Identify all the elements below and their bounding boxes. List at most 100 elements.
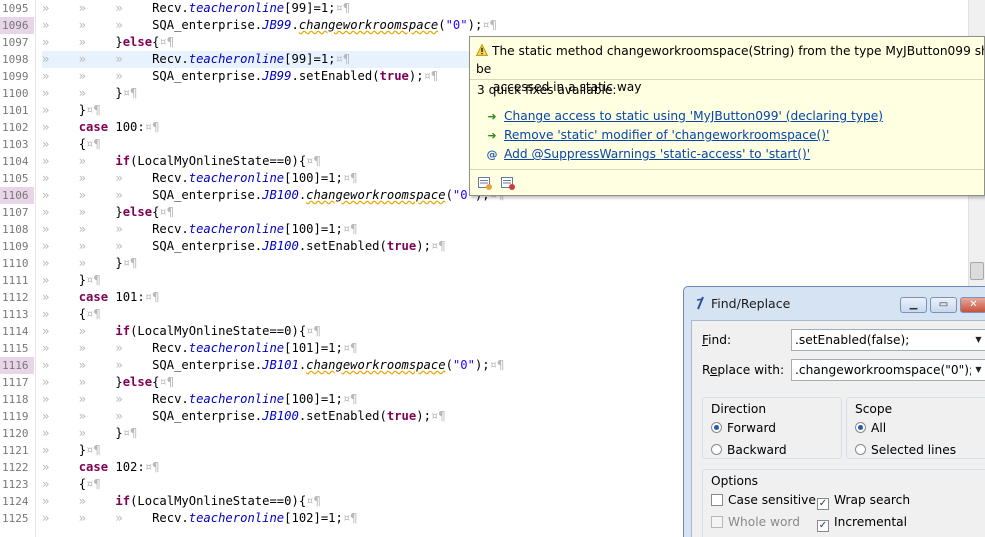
- eol-marker: ¤¶: [342, 511, 358, 525]
- code-token: }: [78, 273, 87, 287]
- line-number: 1115: [2, 342, 29, 355]
- message-line-1: The static method changeworkroomspace(St…: [476, 44, 985, 76]
- scrollbar-thumb[interactable]: [970, 262, 984, 280]
- code-line[interactable]: » » if(LocalMyOnlineState==0){¤¶: [42, 153, 321, 170]
- code-line[interactable]: » case 102:¤¶: [42, 459, 159, 476]
- whitespace-marker: » » »: [42, 409, 153, 423]
- scope-title: Scope: [855, 402, 893, 416]
- quick-fix-item[interactable]: ➜ Remove 'static' modifier of 'changework…: [485, 126, 829, 144]
- radio-button-icon[interactable]: [711, 444, 722, 455]
- radio-button-icon[interactable]: [855, 444, 866, 455]
- divider: [470, 79, 984, 80]
- line-number: 1108: [2, 223, 29, 236]
- find-label: Find:: [702, 333, 732, 347]
- code-token: teacheronline: [188, 511, 285, 525]
- code-line[interactable]: » » » SQA_enterprise.JB99.changeworkroom…: [42, 17, 497, 34]
- code-line[interactable]: » » }¤¶: [42, 425, 137, 442]
- replace-input[interactable]: .changeworkroomspace("0"); ▼: [791, 359, 985, 381]
- radio-button-icon[interactable]: [711, 422, 722, 433]
- code-line[interactable]: » {¤¶: [42, 306, 101, 323]
- code-line[interactable]: » » » Recv.teacheronline[100]=1;¤¶: [42, 221, 358, 238]
- code-token: (: [445, 358, 453, 372]
- line-number: 1117: [2, 376, 29, 389]
- code-line[interactable]: » » » SQA_enterprise.JB100.changeworkroo…: [42, 187, 504, 204]
- code-line[interactable]: » » » Recv.teacheronline[99]=1;¤¶: [42, 0, 350, 17]
- code-token: SQA_enterprise.: [152, 18, 263, 32]
- code-token: );: [467, 18, 483, 32]
- whitespace-marker: » »: [42, 426, 116, 440]
- chevron-down-icon[interactable]: ▼: [971, 330, 985, 350]
- case-sensitive-checkbox[interactable]: Case sensitive: [711, 493, 816, 507]
- code-line[interactable]: » }¤¶: [42, 102, 101, 119]
- code-line[interactable]: » » }else{¤¶: [42, 34, 174, 51]
- eol-marker: ¤¶: [86, 443, 101, 457]
- close-button[interactable]: ✕: [960, 297, 985, 313]
- code-line[interactable]: » {¤¶: [42, 136, 101, 153]
- checkmark-icon[interactable]: ✓: [817, 520, 829, 532]
- quick-fix-link[interactable]: Remove 'static' modifier of 'changeworkr…: [504, 128, 829, 142]
- code-line[interactable]: » » » Recv.teacheronline[100]=1;¤¶: [42, 391, 358, 408]
- find-input[interactable]: .setEnabled(false); ▼: [791, 329, 985, 351]
- code-token: [100]=1;: [284, 392, 343, 406]
- code-token: (LocalMyOnlineState==0){: [130, 494, 307, 508]
- quick-fix-link[interactable]: Add @SuppressWarnings 'static-access' to…: [504, 147, 810, 161]
- code-token: Recv.: [152, 171, 189, 185]
- radio-button-icon[interactable]: [855, 422, 866, 433]
- quick-fix-item[interactable]: ➜ Change access to static using 'MyJButto…: [485, 107, 883, 125]
- selected-lines-label: Selected lines: [871, 443, 957, 457]
- checkbox-icon[interactable]: [711, 494, 723, 506]
- line-number: 1107: [2, 206, 29, 219]
- backward-radio[interactable]: Backward: [711, 443, 787, 457]
- code-line[interactable]: » » » SQA_enterprise.JB100.setEnabled(tr…: [42, 408, 446, 425]
- quick-fix-link[interactable]: Change access to static using 'MyJButton…: [504, 109, 883, 123]
- line-number: 1099: [2, 70, 29, 83]
- eol-marker: ¤¶: [342, 341, 358, 355]
- code-line[interactable]: » case 100:¤¶: [42, 119, 159, 136]
- line-number: 1111: [2, 274, 29, 287]
- code-token: (LocalMyOnlineState==0){: [130, 154, 307, 168]
- code-line[interactable]: » }¤¶: [42, 272, 101, 289]
- wrap-search-checkbox[interactable]: ✓ Wrap search: [817, 493, 910, 510]
- selected-lines-radio[interactable]: Selected lines: [855, 443, 956, 457]
- code-line[interactable]: » » » Recv.teacheronline[102]=1;¤¶: [42, 510, 358, 527]
- all-radio[interactable]: All: [855, 421, 886, 435]
- code-token: }: [115, 35, 123, 49]
- code-line[interactable]: » {¤¶: [42, 476, 101, 493]
- line-number: 1123: [2, 478, 29, 491]
- chevron-down-icon[interactable]: ▼: [971, 360, 985, 380]
- line-number: 1110: [2, 257, 29, 270]
- code-line[interactable]: » » }else{¤¶: [42, 204, 174, 221]
- code-line[interactable]: » » }else{¤¶: [42, 374, 174, 391]
- whitespace-marker: »: [42, 120, 79, 134]
- incremental-checkbox[interactable]: ✓ Incremental: [817, 515, 907, 532]
- open-in-dialog-icon[interactable]: [500, 175, 516, 191]
- forward-radio[interactable]: Forward: [711, 421, 776, 435]
- code-line[interactable]: » » if(LocalMyOnlineState==0){¤¶: [42, 493, 321, 510]
- checkmark-icon[interactable]: ✓: [817, 498, 829, 510]
- code-line[interactable]: » » if(LocalMyOnlineState==0){¤¶: [42, 323, 321, 340]
- code-line[interactable]: » case 101:¤¶: [42, 289, 159, 306]
- line-number: 1119: [2, 410, 29, 423]
- maximize-button[interactable]: ▭: [930, 297, 957, 313]
- code-line[interactable]: » » » SQA_enterprise.JB101.changeworkroo…: [42, 357, 504, 374]
- minimize-button[interactable]: ▁: [900, 297, 927, 313]
- code-token: {: [78, 307, 87, 321]
- code-line[interactable]: » » » Recv.teacheronline[101]=1;¤¶: [42, 340, 358, 357]
- quick-fix-item[interactable]: @ Add @SuppressWarnings 'static-access' t…: [485, 145, 811, 163]
- line-number: 1105: [2, 172, 29, 185]
- code-token: );: [408, 69, 424, 83]
- code-token: Recv.: [152, 222, 189, 236]
- code-line[interactable]: » » » SQA_enterprise.JB100.setEnabled(tr…: [42, 238, 446, 255]
- code-line[interactable]: » » » Recv.teacheronline[100]=1;¤¶: [42, 170, 358, 187]
- code-line[interactable]: » » » SQA_enterprise.JB99.setEnabled(tru…: [42, 68, 438, 85]
- code-token: Recv.: [152, 1, 189, 15]
- code-line[interactable]: » » }¤¶: [42, 255, 137, 272]
- all-label: All: [871, 421, 887, 435]
- eol-marker: ¤¶: [423, 69, 439, 83]
- code-line[interactable]: » » }¤¶: [42, 85, 137, 102]
- dialog-body: Find: .setEnabled(false); ▼ Replace with…: [691, 320, 985, 537]
- configure-problem-severity-icon[interactable]: [477, 175, 493, 191]
- code-token: else: [122, 375, 153, 389]
- code-token: (: [438, 18, 446, 32]
- code-line[interactable]: » }¤¶: [42, 442, 101, 459]
